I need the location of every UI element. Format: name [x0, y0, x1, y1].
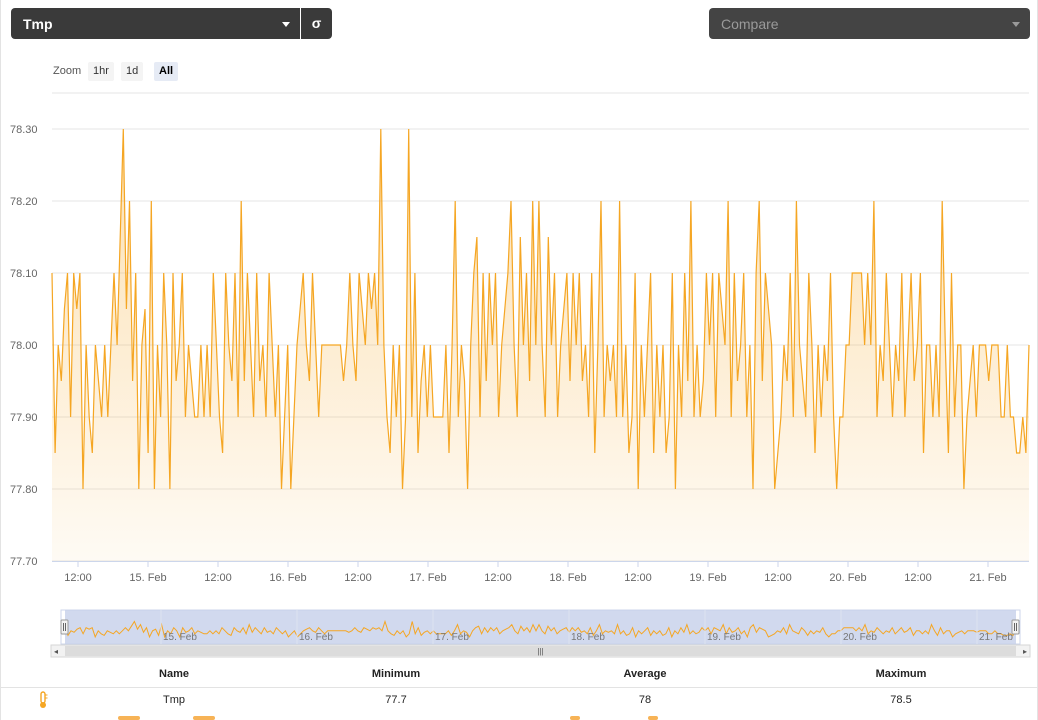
scroll-right-arrow-icon[interactable]: ▸: [1023, 647, 1027, 656]
navigator-tick-label: 15. Feb: [163, 632, 197, 643]
zoom-1hr-button[interactable]: 1hr: [88, 62, 114, 81]
y-tick-label: 78.20: [10, 196, 38, 208]
metric-select[interactable]: Tmp: [11, 8, 300, 39]
decorative-strip: [648, 716, 658, 720]
y-tick-label: 78.10: [10, 268, 38, 280]
thermometer-icon: [40, 691, 48, 708]
x-tick-label: 19. Feb: [689, 572, 726, 584]
decorative-strip: [570, 716, 580, 720]
navigator-tick-label: 16. Feb: [299, 632, 333, 643]
x-tick-label: 12:00: [484, 572, 512, 584]
y-tick-label: 78.00: [10, 340, 38, 352]
navigator-handle-right[interactable]: [1011, 619, 1020, 635]
zoom-1d-button[interactable]: 1d: [121, 62, 144, 81]
table-divider: [0, 687, 1038, 688]
x-tick-label: 20. Feb: [829, 572, 866, 584]
sigma-button[interactable]: σ: [301, 8, 332, 39]
row-name: Tmp: [163, 694, 185, 706]
x-tick-label: 12:00: [624, 572, 652, 584]
row-maximum: 78.5: [890, 694, 912, 706]
scroll-left-arrow-icon[interactable]: ◂: [54, 647, 58, 656]
stats-table: Name Minimum Average Maximum Tmp 77.7 78…: [0, 663, 1038, 720]
navigator-tick-label: 17. Feb: [435, 632, 469, 643]
y-tick-label: 78.30: [10, 124, 38, 136]
zoom-all-button[interactable]: All: [154, 62, 179, 81]
row-minimum: 77.7: [385, 694, 407, 706]
zoom-label: Zoom: [53, 65, 82, 77]
x-tick-label: 12:00: [764, 572, 792, 584]
header-name: Name: [159, 668, 189, 680]
navigator-tick-label: 18. Feb: [571, 632, 605, 643]
scrollbar-grip-icon: |||: [537, 647, 543, 656]
compare-placeholder: Compare: [721, 16, 779, 32]
header-minimum: Minimum: [371, 668, 421, 680]
header-maximum: Maximum: [875, 668, 927, 680]
header-average: Average: [623, 668, 667, 680]
temperature-chart[interactable]: 77.70 77.80 77.90 78.00 78.10 78.20 78.30 12:00…: [0, 85, 1038, 685]
navigator-tick-label: 21. Feb: [979, 632, 1013, 643]
navigator-tick-label: 20. Feb: [843, 632, 877, 643]
y-tick-label: 77.80: [10, 484, 38, 496]
x-tick-label: 12:00: [64, 572, 92, 584]
x-tick-label: 12:00: [344, 572, 372, 584]
x-tick-label: 16. Feb: [269, 572, 306, 584]
compare-select[interactable]: Compare: [709, 8, 1030, 39]
decorative-strip: [193, 716, 215, 720]
x-tick-label: 17. Feb: [409, 572, 446, 584]
x-tick-label: 12:00: [904, 572, 932, 584]
y-tick-label: 77.70: [10, 556, 38, 568]
navigator-tick-label: 19. Feb: [707, 632, 741, 643]
x-tick-label: 12:00: [204, 572, 232, 584]
x-tick-label: 18. Feb: [549, 572, 586, 584]
row-average: 78: [638, 694, 652, 706]
x-tick-label: 15. Feb: [129, 572, 166, 584]
chevron-down-icon: [282, 22, 290, 27]
navigator-handle-left[interactable]: [60, 619, 69, 635]
decorative-strip: [118, 716, 140, 720]
x-tick-label: 21. Feb: [969, 572, 1006, 584]
metric-select-label: Tmp: [23, 16, 53, 32]
y-tick-label: 77.90: [10, 412, 38, 424]
chevron-down-icon: [1012, 22, 1020, 27]
